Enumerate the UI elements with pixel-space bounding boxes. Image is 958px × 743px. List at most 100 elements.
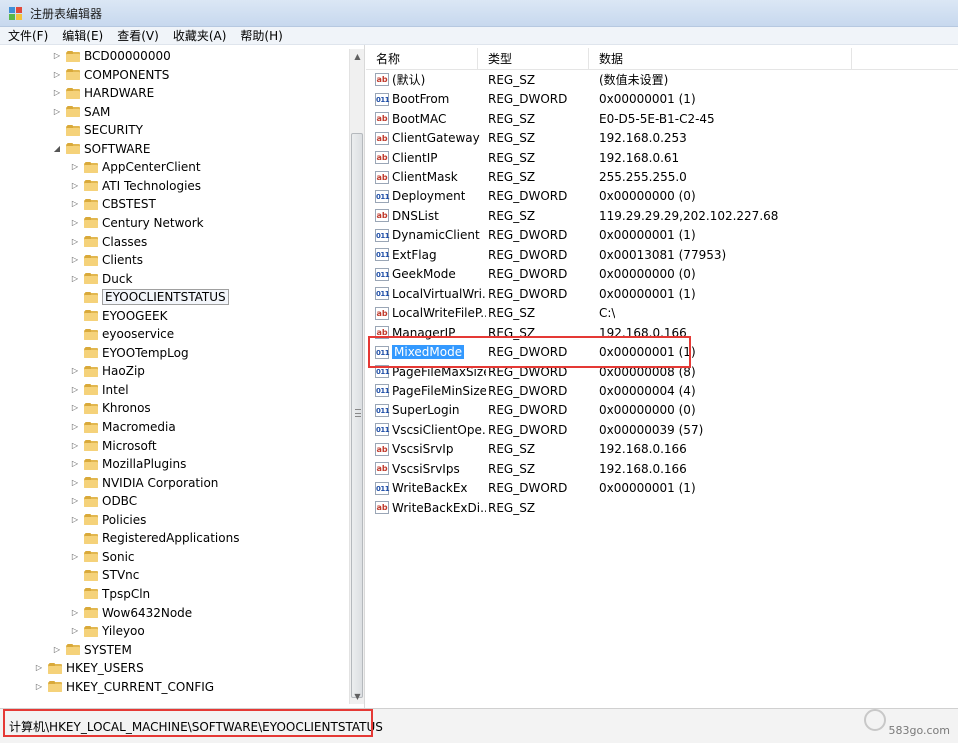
value-row[interactable]: 011 VscsiClientOpe... REG_DWORD 0x00000039 … [366, 420, 958, 440]
tree-node[interactable]: EYOOGEEK [70, 307, 167, 325]
expand-arrow-icon[interactable]: ▷ [70, 459, 80, 469]
expand-arrow-icon[interactable]: ▷ [70, 366, 80, 376]
value-row[interactable]: ab VscsiSrvIp REG_SZ 192.168.0.166 [366, 440, 958, 460]
tree-node[interactable]: ▷ Century Network [70, 214, 204, 232]
value-row[interactable]: ab ClientMask REG_SZ 255.255.255.0 [366, 167, 958, 187]
registry-tree-pane[interactable]: ▷ BCD00000000 ▷ COMPONENTS ▷ HARDWARE ▷ SAM SECU… [0, 45, 365, 708]
tree-node[interactable]: EYOOTempLog [70, 344, 189, 362]
value-row[interactable]: 011 PageFileMaxSize REG_DWORD 0x00000008 (8… [366, 362, 958, 382]
expand-arrow-icon[interactable]: ▷ [70, 162, 80, 172]
value-row[interactable]: 011 MixedMode REG_DWORD 0x00000001 (1) [366, 342, 958, 362]
value-row[interactable]: ab ClientGateway REG_SZ 192.168.0.253 [366, 128, 958, 148]
expand-arrow-icon[interactable]: ▷ [70, 237, 80, 247]
tree-node[interactable]: ▷ CBSTEST [70, 195, 156, 213]
value-row[interactable]: 011 DynamicClient REG_DWORD 0x00000001 (1) [366, 226, 958, 246]
tree-node[interactable]: ▷ Khronos [70, 399, 151, 417]
menu-help[interactable]: 帮助(H) [240, 27, 282, 44]
value-row[interactable]: ab ClientIP REG_SZ 192.168.0.61 [366, 148, 958, 168]
tree-node[interactable]: ▷ HKEY_CURRENT_CONFIG [34, 678, 214, 696]
tree-node[interactable]: ▷ ODBC [70, 492, 137, 510]
tree-node[interactable]: EYOOCLIENTSTATUS [70, 288, 229, 306]
menu-edit[interactable]: 编辑(E) [62, 27, 103, 44]
value-row[interactable]: ab WriteBackExDi... REG_SZ [366, 498, 958, 518]
tree-node[interactable]: TpspCln [70, 585, 150, 603]
tree-node[interactable]: ▷ HKEY_USERS [34, 659, 144, 677]
expand-arrow-icon[interactable]: ▷ [70, 218, 80, 228]
tree-node[interactable]: SECURITY [52, 121, 143, 139]
value-row[interactable]: ab LocalWriteFileP... REG_SZ C:\ [366, 303, 958, 323]
value-row[interactable]: 011 SuperLogin REG_DWORD 0x00000000 (0) [366, 401, 958, 421]
expand-arrow-icon[interactable]: ▷ [70, 255, 80, 265]
expand-arrow-icon[interactable]: ▷ [70, 385, 80, 395]
tree-node[interactable]: ▷ ATI Technologies [70, 177, 201, 195]
tree-node[interactable]: ▷ HARDWARE [52, 84, 154, 102]
tree-node[interactable]: ▷ Clients [70, 251, 143, 269]
expand-arrow-icon[interactable]: ▷ [52, 88, 62, 98]
expand-arrow-icon[interactable]: ▷ [70, 478, 80, 488]
tree-node[interactable]: ▷ Classes [70, 233, 147, 251]
tree-node[interactable]: ▷ Duck [70, 270, 132, 288]
expand-arrow-icon[interactable]: ▷ [52, 107, 62, 117]
menu-file[interactable]: 文件(F) [8, 27, 48, 44]
expand-arrow-icon[interactable]: ▷ [70, 626, 80, 636]
tree-node[interactable]: ▷ Intel [70, 381, 129, 399]
column-header-name[interactable]: 名称 [366, 48, 478, 70]
menu-view[interactable]: 查看(V) [117, 27, 159, 44]
tree-node[interactable]: ▷ NVIDIA Corporation [70, 474, 219, 492]
value-name-cell: 011 DynamicClient [366, 228, 486, 242]
expand-arrow-icon[interactable]: ▷ [70, 181, 80, 191]
scrollbar-thumb[interactable] [351, 133, 363, 698]
scroll-up-arrow-icon[interactable]: ▲ [350, 49, 364, 64]
tree-node[interactable]: RegisteredApplications [70, 529, 239, 547]
scroll-down-arrow-icon[interactable]: ▼ [350, 689, 364, 704]
value-row[interactable]: 011 Deployment REG_DWORD 0x00000000 (0) [366, 187, 958, 207]
column-header-data[interactable]: 数据 [589, 48, 852, 70]
tree-node[interactable]: ▷ SAM [52, 103, 110, 121]
tree-node[interactable]: ▷ SYSTEM [52, 641, 132, 659]
expand-arrow-icon[interactable]: ▷ [34, 663, 44, 673]
expand-arrow-icon[interactable]: ▷ [70, 422, 80, 432]
registry-values-pane[interactable]: 名称 类型 数据 ab (默认) REG_SZ (数值未设置) 011 BootFrom R… [366, 45, 958, 708]
value-row[interactable]: ab DNSList REG_SZ 119.29.29.29,202.102.227.… [366, 206, 958, 226]
tree-node[interactable]: STVnc [70, 566, 139, 584]
value-row[interactable]: 011 GeekMode REG_DWORD 0x00000000 (0) [366, 265, 958, 285]
expand-arrow-icon[interactable]: ▷ [70, 496, 80, 506]
tree-node[interactable]: ▷ Microsoft [70, 437, 157, 455]
expand-arrow-icon[interactable]: ▷ [70, 274, 80, 284]
tree-node[interactable]: ▷ BCD00000000 [52, 47, 171, 65]
expand-arrow-icon[interactable]: ▷ [52, 70, 62, 80]
expand-arrow-icon[interactable]: ▷ [70, 515, 80, 525]
menu-favorites[interactable]: 收藏夹(A) [173, 27, 227, 44]
expand-arrow-icon[interactable]: ▷ [52, 645, 62, 655]
value-row[interactable]: 011 LocalVirtualWri... REG_DWORD 0x00000001… [366, 284, 958, 304]
expand-arrow-icon[interactable]: ▷ [70, 199, 80, 209]
tree-node[interactable]: ▷ Wow6432Node [70, 604, 192, 622]
expand-arrow-icon[interactable]: ▷ [70, 608, 80, 618]
value-row[interactable]: 011 PageFileMinSize REG_DWORD 0x00000004 (4… [366, 381, 958, 401]
value-row[interactable]: 011 BootFrom REG_DWORD 0x00000001 (1) [366, 89, 958, 109]
expand-arrow-icon[interactable]: ▷ [70, 441, 80, 451]
value-row[interactable]: ab ManagerIP REG_SZ 192.168.0.166 [366, 323, 958, 343]
value-row[interactable]: 011 WriteBackEx REG_DWORD 0x00000001 (1) [366, 478, 958, 498]
expand-arrow-icon[interactable]: ◢ [52, 144, 62, 154]
tree-node[interactable]: ◢ SOFTWARE [52, 140, 151, 158]
tree-node[interactable]: ▷ AppCenterClient [70, 158, 201, 176]
tree-scrollbar[interactable]: ▲ ▼ [349, 49, 364, 704]
tree-node[interactable]: ▷ Sonic [70, 548, 135, 566]
tree-node[interactable]: eyooservice [70, 325, 174, 343]
value-row[interactable]: 011 ExtFlag REG_DWORD 0x00013081 (77953) [366, 245, 958, 265]
tree-node[interactable]: ▷ Yileyoo [70, 622, 145, 640]
expand-arrow-icon[interactable]: ▷ [34, 682, 44, 692]
tree-node[interactable]: ▷ COMPONENTS [52, 66, 169, 84]
tree-node[interactable]: ▷ Policies [70, 511, 146, 529]
value-row[interactable]: ab (默认) REG_SZ (数值未设置) [366, 70, 958, 90]
tree-node[interactable]: ▷ HaoZip [70, 362, 145, 380]
expand-arrow-icon[interactable]: ▷ [52, 51, 62, 61]
expand-arrow-icon[interactable]: ▷ [70, 552, 80, 562]
tree-node[interactable]: ▷ Macromedia [70, 418, 176, 436]
expand-arrow-icon[interactable]: ▷ [70, 403, 80, 413]
column-header-type[interactable]: 类型 [478, 48, 589, 70]
value-row[interactable]: ab BootMAC REG_SZ E0-D5-5E-B1-C2-45 [366, 109, 958, 129]
value-row[interactable]: ab VscsiSrvIps REG_SZ 192.168.0.166 [366, 459, 958, 479]
tree-node[interactable]: ▷ MozillaPlugins [70, 455, 186, 473]
